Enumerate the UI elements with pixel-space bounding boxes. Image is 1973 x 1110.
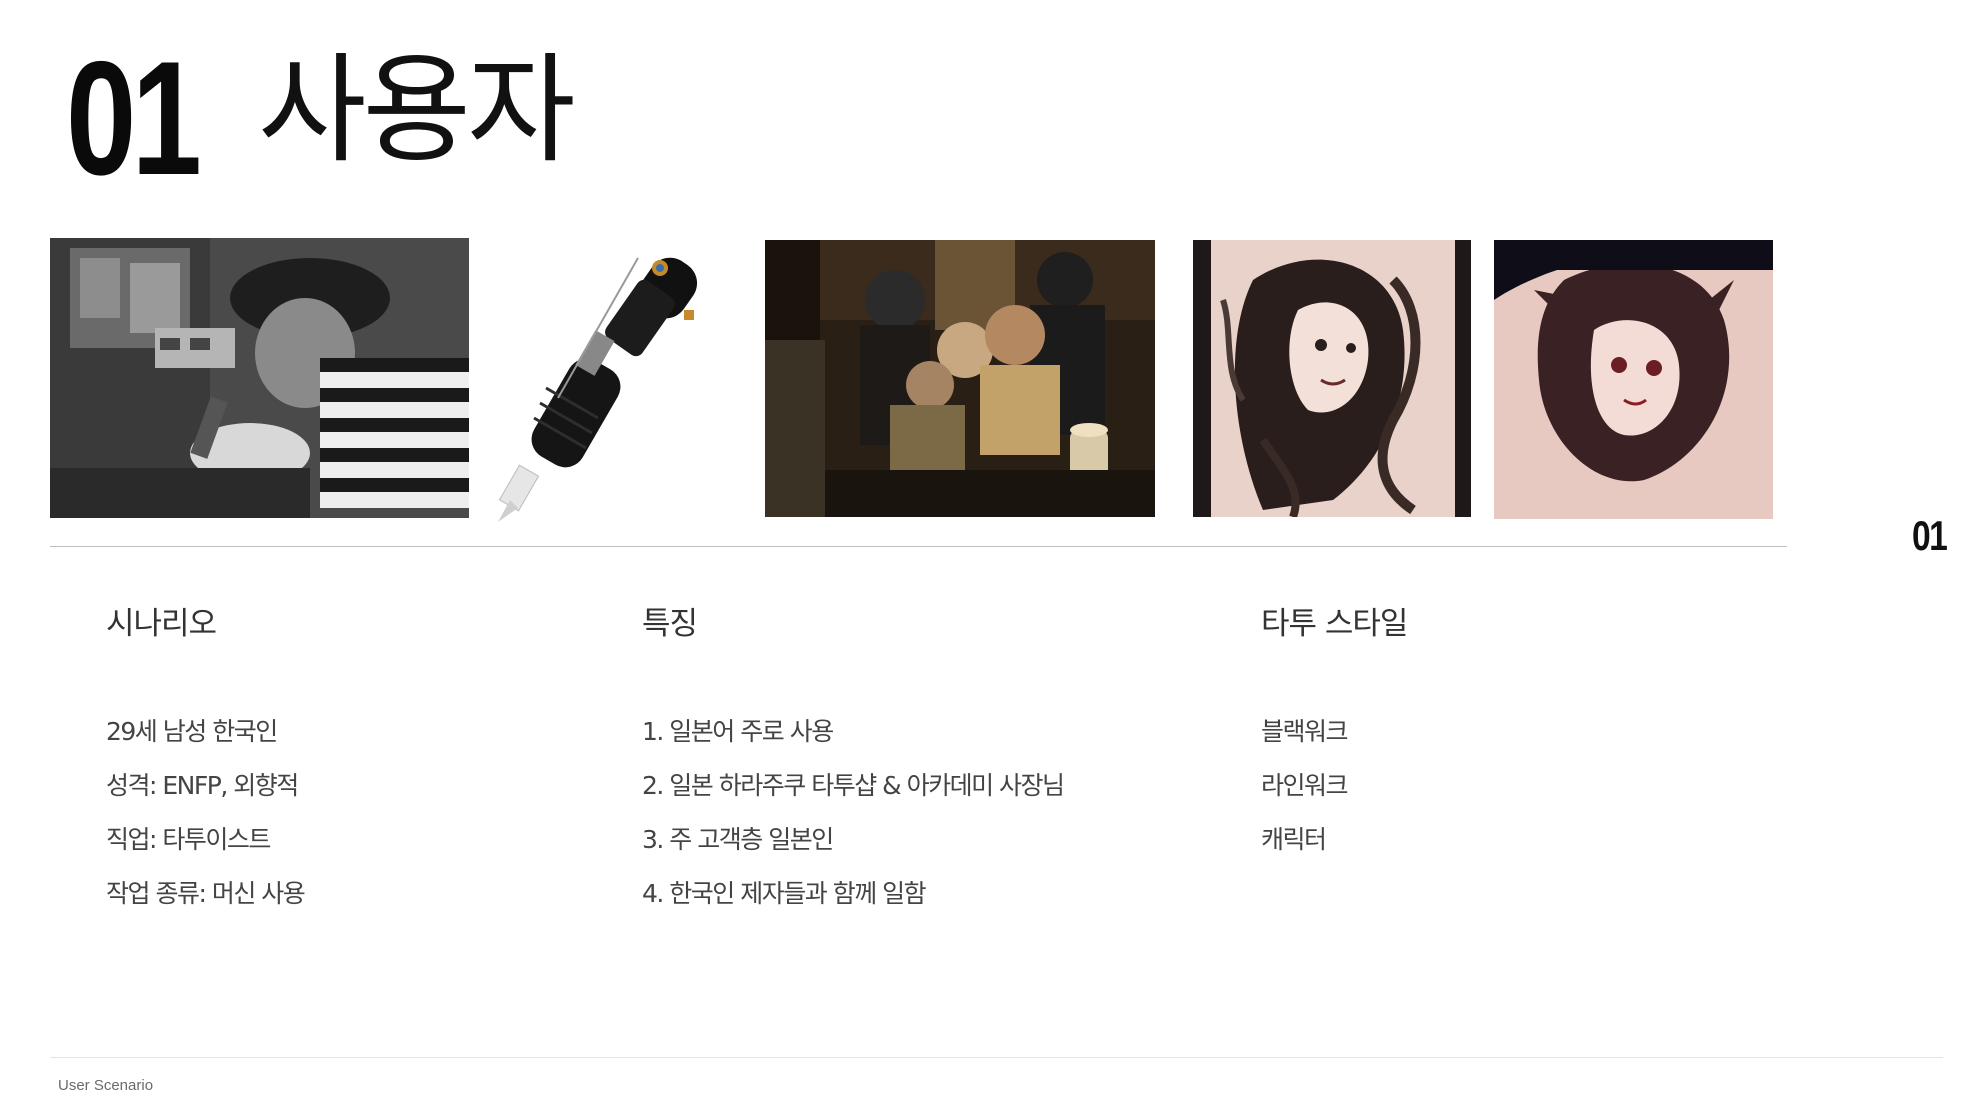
list-item: 라인워크 [1261, 771, 1349, 800]
list-item: 4. 한국인 제자들과 함께 일함 [642, 879, 927, 908]
tattoo-style-heading: 타투 스타일 [1261, 606, 1408, 642]
footer-divider [50, 1057, 1943, 1058]
features-list: 1. 일본어 주로 사용 2. 일본 하라주쿠 타투샵 & 아카데미 사장님 3… [642, 710, 1065, 926]
list-item: 성격: ENFP, 외향적 [106, 771, 299, 800]
section-divider [50, 546, 1787, 547]
list-item: 블랙워크 [1261, 717, 1349, 746]
page-title: 사용자 [258, 41, 576, 179]
footer-label: User Scenario [58, 1077, 154, 1094]
tattoo-style-list: 블랙워크 라인워크 캐릭터 [1261, 710, 1349, 872]
scenario-list: 29세 남성 한국인 성격: ENFP, 외향적 직업: 타투이스트 작업 종류… [106, 710, 306, 926]
tattoo-artist-working-photo [50, 238, 469, 518]
character-girl-forearm-tattoo-photo [1494, 240, 1773, 519]
list-item: 3. 주 고객층 일본인 [642, 825, 834, 854]
tattoo-machine-photo [488, 238, 738, 522]
section-number: 01 [66, 28, 202, 209]
list-item: 2. 일본 하라주쿠 타투샵 & 아카데미 사장님 [642, 771, 1065, 800]
list-item: 작업 종류: 머신 사용 [106, 879, 306, 908]
blackwork-girl-forearm-tattoo-photo [1193, 240, 1471, 517]
scenario-heading: 시나리오 [106, 606, 217, 642]
side-page-number: 01 [1912, 512, 1948, 559]
list-item: 직업: 타투이스트 [106, 825, 271, 854]
list-item: 29세 남성 한국인 [106, 717, 278, 746]
list-item: 캐릭터 [1261, 825, 1327, 854]
features-heading: 특징 [642, 606, 698, 642]
slide: 01 사용자 01 시나리오 29세 남성 한국인 성격: ENFP, 외향적 … [0, 0, 1973, 1110]
tattoo-studio-group-photo [765, 240, 1155, 517]
list-item: 1. 일본어 주로 사용 [642, 717, 834, 746]
